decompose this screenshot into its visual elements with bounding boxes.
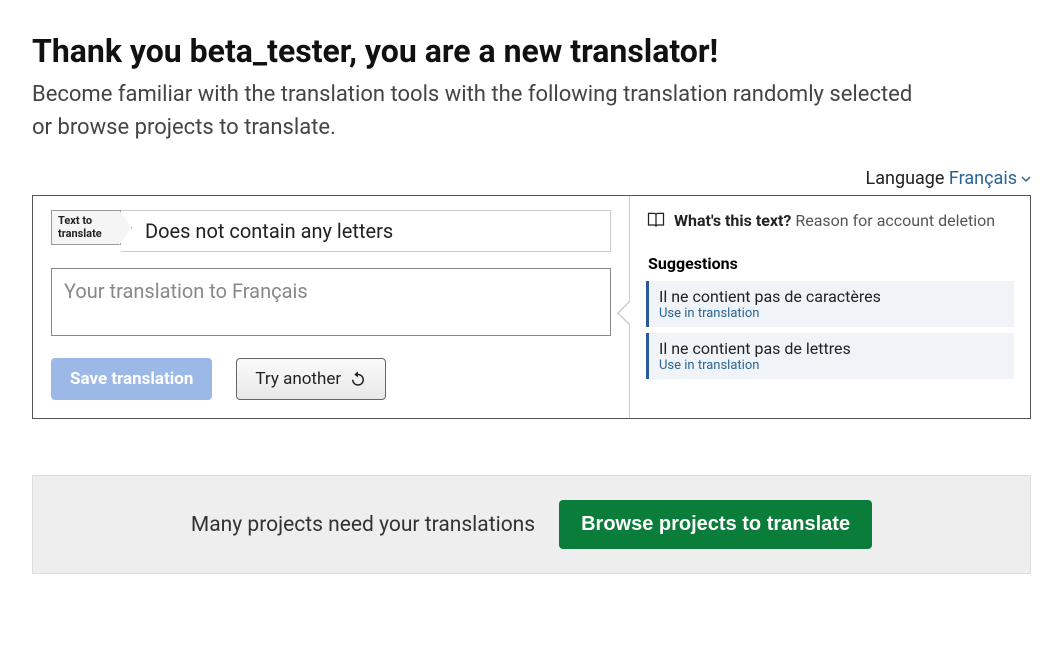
browse-projects-button[interactable]: Browse projects to translate — [559, 500, 872, 549]
context-pane: What's this text? Reason for account del… — [630, 196, 1030, 418]
language-label: Language — [866, 168, 945, 189]
context-row: What's this text? Reason for account del… — [646, 210, 1014, 230]
speech-arrow-icon — [617, 300, 630, 326]
chevron-down-icon — [1021, 174, 1031, 184]
use-suggestion-link[interactable]: Use in translation — [659, 358, 1004, 373]
context-label: What's this text? — [674, 211, 791, 230]
suggestion-item: Il ne contient pas de caractères Use in … — [646, 281, 1014, 327]
language-value: Français — [949, 168, 1017, 189]
suggestion-item: Il ne contient pas de lettres Use in tra… — [646, 333, 1014, 379]
source-text-row: Text to translate Does not contain any l… — [51, 210, 611, 252]
undo-icon — [349, 370, 367, 388]
book-icon — [646, 210, 666, 230]
browse-banner: Many projects need your translations Bro… — [32, 475, 1031, 574]
try-another-button[interactable]: Try another — [236, 358, 386, 400]
page-subtitle: Become familiar with the translation too… — [32, 78, 932, 144]
save-button[interactable]: Save translation — [51, 358, 212, 400]
translation-input[interactable] — [51, 268, 611, 336]
language-dropdown[interactable]: Français — [949, 168, 1031, 189]
language-selector-row: Language Français — [32, 168, 1031, 189]
suggestions-heading: Suggestions — [648, 254, 1014, 273]
source-text: Does not contain any letters — [121, 210, 611, 252]
page-title: Thank you beta_tester, you are a new tra… — [32, 32, 1031, 70]
translation-panel: Text to translate Does not contain any l… — [32, 195, 1031, 419]
suggestion-text: Il ne contient pas de lettres — [659, 339, 1004, 358]
use-suggestion-link[interactable]: Use in translation — [659, 306, 1004, 321]
button-row: Save translation Try another — [51, 358, 611, 400]
browse-text: Many projects need your translations — [191, 513, 535, 537]
context-reason: Reason for account deletion — [795, 211, 995, 230]
source-label-tag: Text to translate — [51, 210, 121, 245]
translation-left-pane: Text to translate Does not contain any l… — [33, 196, 630, 418]
suggestion-text: Il ne contient pas de caractères — [659, 287, 1004, 306]
try-another-label: Try another — [255, 369, 341, 389]
